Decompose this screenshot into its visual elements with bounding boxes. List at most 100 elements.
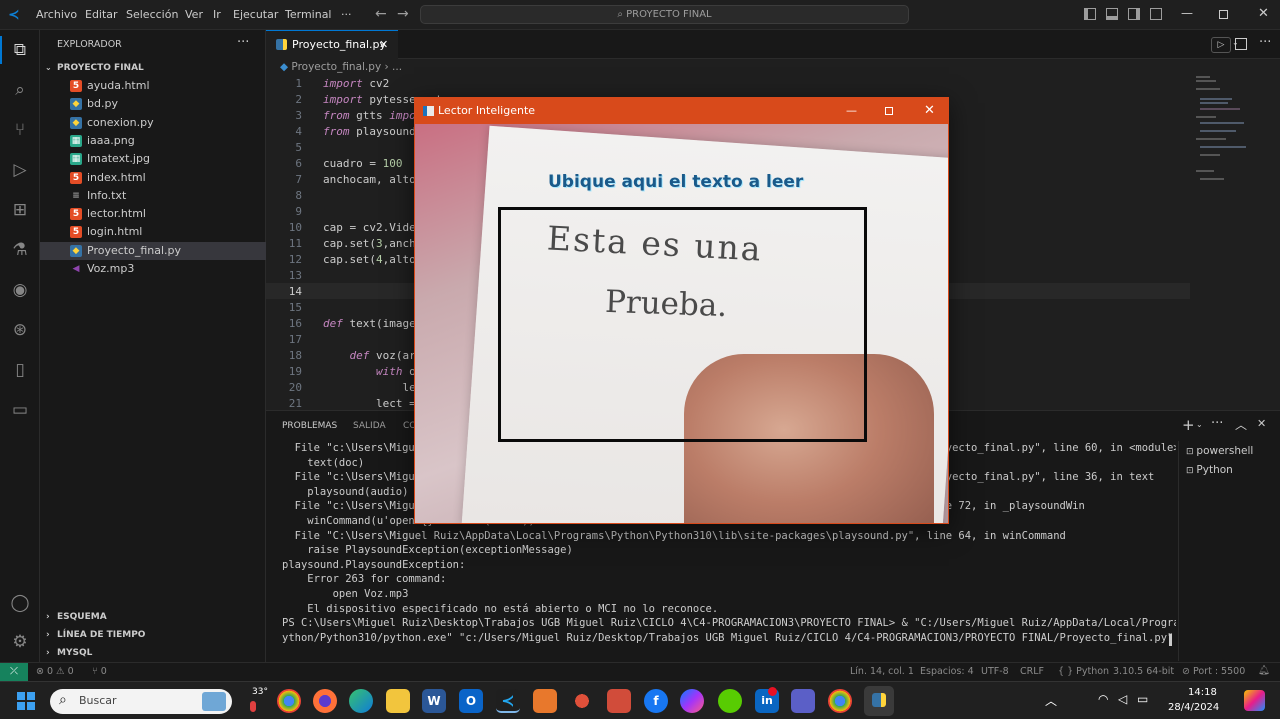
- messenger-icon[interactable]: [680, 689, 704, 713]
- folder-icon[interactable]: ▭: [9, 399, 31, 421]
- encoding[interactable]: UTF-8: [981, 666, 1009, 677]
- split-editor-icon[interactable]: [1235, 38, 1247, 50]
- testing-icon[interactable]: ⚗: [9, 239, 31, 261]
- toggle-primary-sidebar-icon[interactable]: [1084, 8, 1096, 20]
- tab-problemas[interactable]: PROBLEMAS: [282, 421, 337, 431]
- wifi-icon[interactable]: ◠: [1098, 692, 1108, 706]
- chrome-icon[interactable]: [277, 689, 301, 713]
- terminal-item-python[interactable]: ⊡ Python: [1186, 462, 1278, 479]
- menu-ver[interactable]: Ver: [185, 8, 203, 21]
- panel-more-icon[interactable]: ···: [1211, 416, 1223, 431]
- clock-time[interactable]: 14:18: [1188, 687, 1217, 698]
- outlook-icon[interactable]: O: [459, 689, 483, 713]
- editor-more-icon[interactable]: ···: [1259, 35, 1271, 50]
- file-item[interactable]: ≡ Info.txt: [40, 187, 266, 205]
- section-mysql[interactable]: › MYSQL: [40, 644, 266, 662]
- file-item[interactable]: ◆ bd.py: [40, 95, 266, 113]
- run-debug-icon[interactable]: ▷: [9, 159, 31, 181]
- terminal-dropdown-icon[interactable]: ⌄: [1196, 420, 1203, 429]
- app-game-icon[interactable]: [607, 689, 631, 713]
- folder-header[interactable]: ⌄ PROYECTO FINAL: [40, 59, 266, 77]
- maximize-panel-icon[interactable]: ︿: [1235, 416, 1247, 433]
- volume-icon[interactable]: ◁: [1118, 692, 1127, 706]
- section-esquema[interactable]: › ESQUEMA: [40, 608, 266, 626]
- manage-gear-icon[interactable]: ⚙: [9, 631, 31, 653]
- file-item[interactable]: ◆ conexion.py: [40, 114, 266, 132]
- popup-title-bar[interactable]: Lector Inteligente — ✕: [415, 98, 948, 124]
- indentation[interactable]: Espacios: 4: [920, 666, 974, 677]
- menu-archivo[interactable]: Archivo: [36, 8, 77, 21]
- app-orange-icon[interactable]: [533, 689, 557, 713]
- menu-more[interactable]: ···: [341, 8, 352, 21]
- duolingo-icon[interactable]: [718, 689, 742, 713]
- clock-date[interactable]: 28/4/2024: [1168, 702, 1219, 713]
- file-item[interactable]: ◆ Proyecto_final.py: [40, 241, 266, 260]
- close-tab-icon[interactable]: ✕: [379, 31, 388, 59]
- python-window-icon[interactable]: [864, 686, 894, 716]
- line-ending[interactable]: CRLF: [1020, 666, 1044, 677]
- new-terminal-icon[interactable]: +: [1182, 416, 1195, 434]
- popup-close-icon[interactable]: ✕: [924, 98, 935, 124]
- chrome-profile-icon[interactable]: [828, 689, 852, 713]
- more-actions-icon[interactable]: ···: [237, 35, 249, 50]
- file-item[interactable]: ▦ Imatext.jpg: [40, 150, 266, 168]
- tab-salida[interactable]: SALIDA: [353, 421, 386, 431]
- weather-widget[interactable]: 33°: [244, 687, 272, 715]
- command-center-search[interactable]: ⌕ PROYECTO FINAL: [420, 5, 909, 24]
- github-icon[interactable]: ◉: [9, 279, 31, 301]
- file-item[interactable]: 5 lector.html: [40, 205, 266, 223]
- terminal-item-powershell[interactable]: ⊡ powershell: [1186, 443, 1278, 460]
- popup-minimize-icon[interactable]: —: [846, 98, 857, 124]
- errors-count[interactable]: ⊗ 0 ⚠ 0: [36, 666, 74, 677]
- vscode-taskbar-icon[interactable]: ≺: [496, 689, 520, 713]
- minimap[interactable]: [1192, 74, 1257, 204]
- forward-arrow-icon[interactable]: →: [397, 6, 409, 22]
- word-icon[interactable]: W: [422, 689, 446, 713]
- remote-indicator-icon[interactable]: ⤫: [0, 663, 28, 681]
- python-version[interactable]: 3.10.5 64-bit: [1113, 666, 1174, 677]
- account-icon[interactable]: ◯: [9, 592, 31, 614]
- customize-layout-icon[interactable]: [1150, 8, 1162, 20]
- ports-forwarded[interactable]: ⑂ 0: [92, 666, 107, 677]
- bookmark-icon[interactable]: ▯: [9, 359, 31, 381]
- section-timeline[interactable]: › LÍNEA DE TIEMPO: [40, 626, 266, 644]
- notifications-bell-icon[interactable]: 🔔︎: [1258, 665, 1270, 676]
- firefox-icon[interactable]: [313, 689, 337, 713]
- back-arrow-icon[interactable]: ←: [375, 6, 387, 22]
- facebook-icon[interactable]: f: [644, 689, 668, 713]
- run-file-icon[interactable]: ▷: [1211, 37, 1231, 53]
- close-panel-icon[interactable]: ✕: [1257, 417, 1266, 430]
- file-item[interactable]: ◀ Voz.mp3: [40, 260, 266, 278]
- extensions-icon[interactable]: ⊞: [9, 199, 31, 221]
- taskbar-search[interactable]: ⌕ Buscar: [50, 689, 232, 714]
- edge-icon[interactable]: [349, 689, 373, 713]
- close-window-icon[interactable]: ✕: [1258, 6, 1269, 21]
- menu-ir[interactable]: Ir: [213, 8, 221, 21]
- live-server-port[interactable]: ⊘ Port : 5500: [1182, 666, 1245, 677]
- file-item[interactable]: 5 index.html: [40, 169, 266, 187]
- menu-editar[interactable]: Editar: [85, 8, 118, 21]
- git-graph-icon[interactable]: ⊛: [9, 319, 31, 341]
- file-item[interactable]: 5 ayuda.html: [40, 77, 266, 95]
- popup-maximize-icon[interactable]: [885, 107, 893, 115]
- search-icon[interactable]: ⌕: [9, 79, 31, 101]
- file-item[interactable]: ▦ iaaa.png: [40, 132, 266, 150]
- battery-icon[interactable]: ▭: [1137, 692, 1148, 706]
- breadcrumb[interactable]: ◆ Proyecto_final.py › ...: [280, 61, 402, 77]
- app-red-icon[interactable]: [570, 689, 594, 713]
- notifications-icon[interactable]: [1244, 690, 1265, 711]
- file-item[interactable]: 5 login.html: [40, 223, 266, 241]
- explorer-icon[interactable]: ⧉: [9, 39, 31, 61]
- menu-seleccion[interactable]: Selección: [126, 8, 178, 21]
- system-tray-chevron-icon[interactable]: ︿: [1045, 692, 1057, 709]
- file-explorer-icon[interactable]: [386, 689, 410, 713]
- tab-proyecto-final[interactable]: Proyecto_final.py ✕: [266, 30, 398, 59]
- menu-terminal[interactable]: Terminal: [285, 8, 332, 21]
- cursor-position[interactable]: Lín. 14, col. 1: [850, 666, 914, 677]
- windows-start-icon[interactable]: [17, 692, 35, 710]
- toggle-panel-icon[interactable]: [1106, 8, 1118, 20]
- menu-ejecutar[interactable]: Ejecutar: [233, 8, 278, 21]
- minimize-icon[interactable]: —: [1181, 6, 1193, 20]
- source-control-icon[interactable]: ⑂: [9, 119, 31, 141]
- language-mode[interactable]: { } Python: [1058, 666, 1109, 677]
